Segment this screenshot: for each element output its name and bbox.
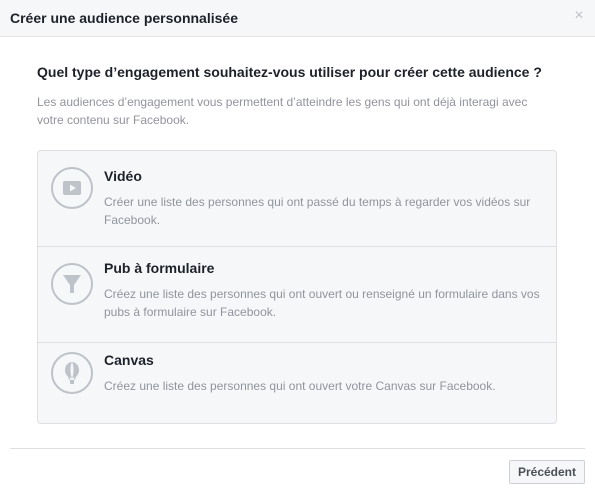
dialog-header: Créer une audience personnalisée × <box>0 0 595 37</box>
engagement-options-list: Vidéo Créer une liste des personnes qui … <box>37 150 557 424</box>
create-custom-audience-dialog: Créer une audience personnalisée × Quel … <box>0 0 595 495</box>
close-icon[interactable]: × <box>572 8 586 24</box>
balloon-icon <box>51 352 93 394</box>
option-video[interactable]: Vidéo Créer une liste des personnes qui … <box>38 151 556 246</box>
dialog-title: Créer une audience personnalisée <box>10 10 238 26</box>
option-lead-form-ad-description: Créez une liste des personnes qui ont ou… <box>104 287 540 319</box>
option-canvas[interactable]: Canvas Créez une liste des personnes qui… <box>38 342 556 423</box>
engagement-question: Quel type d’engagement souhaitez-vous ut… <box>37 64 542 80</box>
option-lead-form-ad-title: Pub à formulaire <box>104 260 215 276</box>
option-canvas-description: Créez une liste des personnes qui ont ou… <box>104 379 496 393</box>
funnel-icon <box>51 263 93 305</box>
option-video-title: Vidéo <box>104 168 142 184</box>
option-video-description: Créer une liste des personnes qui ont pa… <box>104 195 531 227</box>
previous-button[interactable]: Précédent <box>508 460 585 484</box>
footer-divider <box>10 448 585 449</box>
engagement-description: Les audiences d’engagement vous permette… <box>37 95 528 127</box>
video-play-icon <box>51 167 93 209</box>
option-lead-form-ad[interactable]: Pub à formulaire Créez une liste des per… <box>38 246 556 342</box>
option-canvas-title: Canvas <box>104 352 154 368</box>
